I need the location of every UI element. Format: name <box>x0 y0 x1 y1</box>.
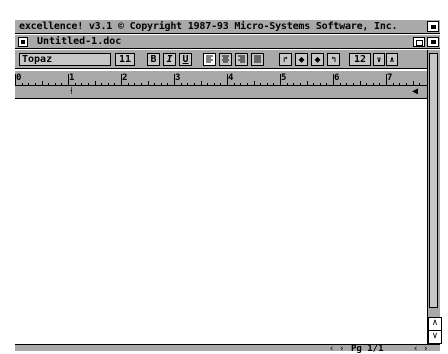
bottom-status-bar: ‹ › Pg 1/1 ‹ › <box>15 344 440 354</box>
scroll-up-button[interactable]: ∧ <box>428 317 442 331</box>
tab-left-icon: ↱ <box>283 55 288 64</box>
ruler-number: 7 <box>387 73 393 83</box>
align-left-icon <box>206 55 213 63</box>
ruler-number: 2 <box>122 73 128 83</box>
align-justify-button[interactable] <box>251 53 264 66</box>
screen-title: excellence! v3.1 © Copyright 1987-93 Mic… <box>19 21 398 32</box>
page-indicator: Pg 1/1 <box>351 344 384 354</box>
chevron-down-icon: ∨ <box>432 331 438 341</box>
window-title: Untitled-1.doc <box>37 36 122 47</box>
window-title-bar[interactable]: Untitled-1.doc <box>15 35 440 49</box>
scroll-left-button[interactable]: ‹ <box>329 345 334 354</box>
align-left-button[interactable] <box>203 53 216 66</box>
italic-button[interactable]: I <box>163 53 176 66</box>
screen-depth-gadget-icon[interactable] <box>427 21 439 32</box>
align-justify-icon <box>254 55 261 63</box>
font-name-field[interactable]: Topaz <box>19 53 111 66</box>
bold-button[interactable]: B <box>147 53 160 66</box>
right-margin-marker-icon[interactable]: ◀ <box>412 87 418 97</box>
ruler-number: 0 <box>16 73 22 83</box>
zoom-gadget-icon[interactable] <box>413 37 425 47</box>
ruler-number: 4 <box>228 73 234 83</box>
tab-right-icon: ↰ <box>331 55 336 64</box>
close-gadget-icon[interactable] <box>18 37 28 47</box>
ruler[interactable]: 0 1 2 3 4 5 6 7 ⍿ ◀ <box>15 71 427 99</box>
page-next-button[interactable]: › <box>423 345 428 354</box>
align-right-icon <box>238 55 245 63</box>
format-toolbar: Topaz 11 B I U ↱ ⬥ ⬥ ↰ 12 ∨ ∧ <box>15 50 427 69</box>
vertical-scrollbar[interactable]: ∧ ∨ <box>427 50 442 345</box>
spacing-down-button[interactable]: ∨ <box>373 53 385 66</box>
tab-center-button[interactable]: ⬥ <box>295 53 308 66</box>
tab-left-button[interactable]: ↱ <box>279 53 292 66</box>
spacing-up-button[interactable]: ∧ <box>386 53 398 66</box>
screen-title-bar[interactable]: excellence! v3.1 © Copyright 1987-93 Mic… <box>15 20 440 34</box>
tab-center-icon: ⬥ <box>298 55 305 64</box>
align-right-button[interactable] <box>235 53 248 66</box>
document-text-area[interactable] <box>19 100 427 343</box>
page-prev-button[interactable]: ‹ <box>413 345 418 354</box>
ruler-number: 5 <box>281 73 287 83</box>
ruler-number: 6 <box>334 73 340 83</box>
tab-decimal-icon: ⬥ <box>314 55 321 64</box>
scroll-knob[interactable] <box>429 53 438 308</box>
chevron-up-icon: ∧ <box>432 318 438 328</box>
align-center-icon <box>222 55 229 63</box>
ruler-baseline <box>15 85 427 86</box>
tab-decimal-button[interactable]: ⬥ <box>311 53 324 66</box>
tab-right-button[interactable]: ↰ <box>327 53 340 66</box>
ruler-number: 1 <box>69 73 75 83</box>
line-spacing-field[interactable]: 12 <box>349 53 371 66</box>
window-depth-gadget-icon[interactable] <box>427 37 439 47</box>
align-center-button[interactable] <box>219 53 232 66</box>
scroll-right-button[interactable]: › <box>339 345 344 354</box>
ruler-number: 3 <box>175 73 181 83</box>
scroll-down-button[interactable]: ∨ <box>428 330 442 344</box>
left-indent-marker-icon[interactable]: ⍿ <box>70 87 73 97</box>
chevron-up-icon: ∧ <box>389 55 395 64</box>
font-size-field[interactable]: 11 <box>115 53 135 66</box>
chevron-down-icon: ∨ <box>376 55 382 64</box>
underline-button[interactable]: U <box>179 53 192 66</box>
